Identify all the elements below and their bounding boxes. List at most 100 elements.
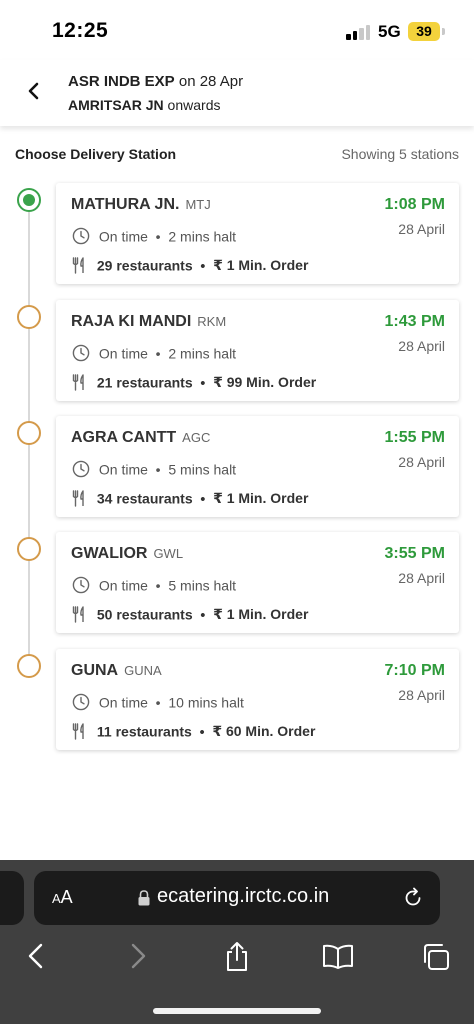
restaurant-count: 34 restaurants xyxy=(96,490,193,507)
station-code: GWL xyxy=(153,546,184,561)
restaurant-info: 34 restaurants • ₹ 1 Min. Order xyxy=(72,489,308,507)
on-time-status: On time xyxy=(98,461,148,478)
halt-info: On time • 2 mins halt xyxy=(72,227,236,245)
on-time-status: On time xyxy=(98,228,148,245)
restaurant-info: 29 restaurants • ₹ 1 Min. Order xyxy=(72,256,308,274)
clock-icon xyxy=(72,460,90,478)
station-count: Showing 5 stations xyxy=(341,146,459,162)
station-radio-4[interactable] xyxy=(17,537,41,561)
clock-icon xyxy=(72,227,90,245)
tabs-icon xyxy=(424,944,449,970)
separator-dot: • xyxy=(151,694,165,711)
bookmarks-button[interactable] xyxy=(321,940,355,972)
min-order: ₹ 99 Min. Order xyxy=(213,373,317,390)
address-bar[interactable]: AA ecatering.irctc.co.in xyxy=(34,871,440,925)
lock-icon xyxy=(138,890,150,906)
min-order: ₹ 1 Min. Order xyxy=(213,605,309,622)
station-radio-3[interactable] xyxy=(17,421,41,445)
boarding-suffix: onwards xyxy=(163,97,221,113)
station-radio-5[interactable] xyxy=(17,654,41,678)
back-button[interactable] xyxy=(20,74,48,108)
station-radio-1[interactable] xyxy=(17,188,41,212)
separator-dot: • xyxy=(195,723,209,740)
arrival-time: 1:08 PM xyxy=(384,196,445,213)
halt-info: On time • 5 mins halt xyxy=(72,576,236,594)
min-order: ₹ 60 Min. Order xyxy=(212,722,316,739)
station-name: GUNA GUNA xyxy=(71,662,162,679)
restaurant-count: 11 restaurants xyxy=(96,723,192,740)
battery-tip xyxy=(442,28,445,35)
restaurant-count: 29 restaurants xyxy=(96,257,193,274)
fork-knife-icon xyxy=(72,606,84,623)
fork-knife-icon xyxy=(72,490,84,507)
halt-duration: 10 mins halt xyxy=(168,694,244,711)
network-type: 5G xyxy=(378,22,401,41)
separator-dot: • xyxy=(196,374,210,391)
station-code: RKM xyxy=(197,314,227,329)
separator-dot: • xyxy=(196,606,210,623)
arrival-time: 3:55 PM xyxy=(384,545,445,562)
separator-dot: • xyxy=(196,257,210,274)
arrival-date: 28 April xyxy=(398,221,445,237)
halt-duration: 5 mins halt xyxy=(168,461,237,478)
signal-icon xyxy=(346,24,372,40)
separator-dot: • xyxy=(151,228,165,245)
station-code: MTJ xyxy=(185,197,211,212)
halt-duration: 5 mins halt xyxy=(168,577,237,594)
clock-icon xyxy=(72,693,90,711)
restaurant-info: 50 restaurants • ₹ 1 Min. Order xyxy=(72,605,308,623)
on-time-status: On time xyxy=(98,345,148,362)
halt-duration: 2 mins halt xyxy=(168,228,237,245)
status-bar: 12:25 5G 39 xyxy=(0,0,474,60)
train-title: ASR INDB EXP on 28 Apr xyxy=(68,73,243,90)
station-name: MATHURA JN. MTJ xyxy=(71,196,211,213)
station-card[interactable]: MATHURA JN. MTJ 1:08 PM 28 April On time … xyxy=(56,183,459,284)
boarding-station: AMRITSAR JN onwards xyxy=(68,97,220,113)
on-time-status: On time xyxy=(98,694,148,711)
share-icon xyxy=(227,942,247,971)
train-header: ASR INDB EXP on 28 Apr AMRITSAR JN onwar… xyxy=(0,60,474,126)
app-screen: 12:25 5G 39 ASR INDB EXP on 28 Apr AMRIT… xyxy=(0,0,474,1024)
restaurant-info: 11 restaurants • ₹ 60 Min. Order xyxy=(72,722,315,740)
boarding-station-name: AMRITSAR JN xyxy=(68,97,164,113)
arrival-date: 28 April xyxy=(398,570,445,586)
battery-icon: 39 xyxy=(408,22,440,41)
train-name: ASR INDB EXP xyxy=(68,73,175,90)
separator-dot: • xyxy=(151,345,165,362)
browser-back-button[interactable] xyxy=(22,940,52,972)
station-card[interactable]: GWALIOR GWL 3:55 PM 28 April On time • 5 … xyxy=(56,532,459,633)
station-radio-2[interactable] xyxy=(17,305,41,329)
previous-tab-preview[interactable] xyxy=(0,871,24,925)
station-name: RAJA KI MANDI RKM xyxy=(71,313,227,330)
chevron-left-icon xyxy=(28,82,39,100)
arrival-time: 1:55 PM xyxy=(384,429,445,446)
station-code: GUNA xyxy=(124,663,162,678)
min-order: ₹ 1 Min. Order xyxy=(213,256,309,273)
arrival-date: 28 April xyxy=(398,338,445,354)
station-card[interactable]: GUNA GUNA 7:10 PM 28 April On time • 10 m… xyxy=(56,649,459,750)
separator-dot: • xyxy=(151,577,165,594)
min-order: ₹ 1 Min. Order xyxy=(213,489,309,506)
arrival-date: 28 April xyxy=(398,687,445,703)
share-button[interactable] xyxy=(222,940,252,972)
station-card[interactable]: RAJA KI MANDI RKM 1:43 PM 28 April On tim… xyxy=(56,300,459,401)
tabs-button[interactable] xyxy=(422,940,452,972)
browser-forward-button[interactable] xyxy=(122,940,152,972)
reload-icon[interactable] xyxy=(402,887,424,909)
halt-duration: 2 mins halt xyxy=(168,345,237,362)
home-indicator xyxy=(153,1008,321,1014)
url-text: ecatering.irctc.co.in xyxy=(157,885,330,907)
reader-settings-button[interactable]: AA xyxy=(52,887,73,908)
status-time: 12:25 xyxy=(52,19,109,42)
separator-dot: • xyxy=(151,461,165,478)
separator-dot: • xyxy=(196,490,210,507)
station-card[interactable]: AGRA CANTT AGC 1:55 PM 28 April On time •… xyxy=(56,416,459,517)
arrival-time: 7:10 PM xyxy=(384,662,445,679)
station-name: GWALIOR GWL xyxy=(71,545,184,562)
clock-icon xyxy=(72,576,90,594)
station-code: AGC xyxy=(182,430,211,445)
section-title: Choose Delivery Station xyxy=(15,146,177,162)
arrival-date: 28 April xyxy=(398,454,445,470)
halt-info: On time • 2 mins halt xyxy=(72,344,236,362)
browser-toolbar: AA ecatering.irctc.co.in xyxy=(0,860,474,1024)
